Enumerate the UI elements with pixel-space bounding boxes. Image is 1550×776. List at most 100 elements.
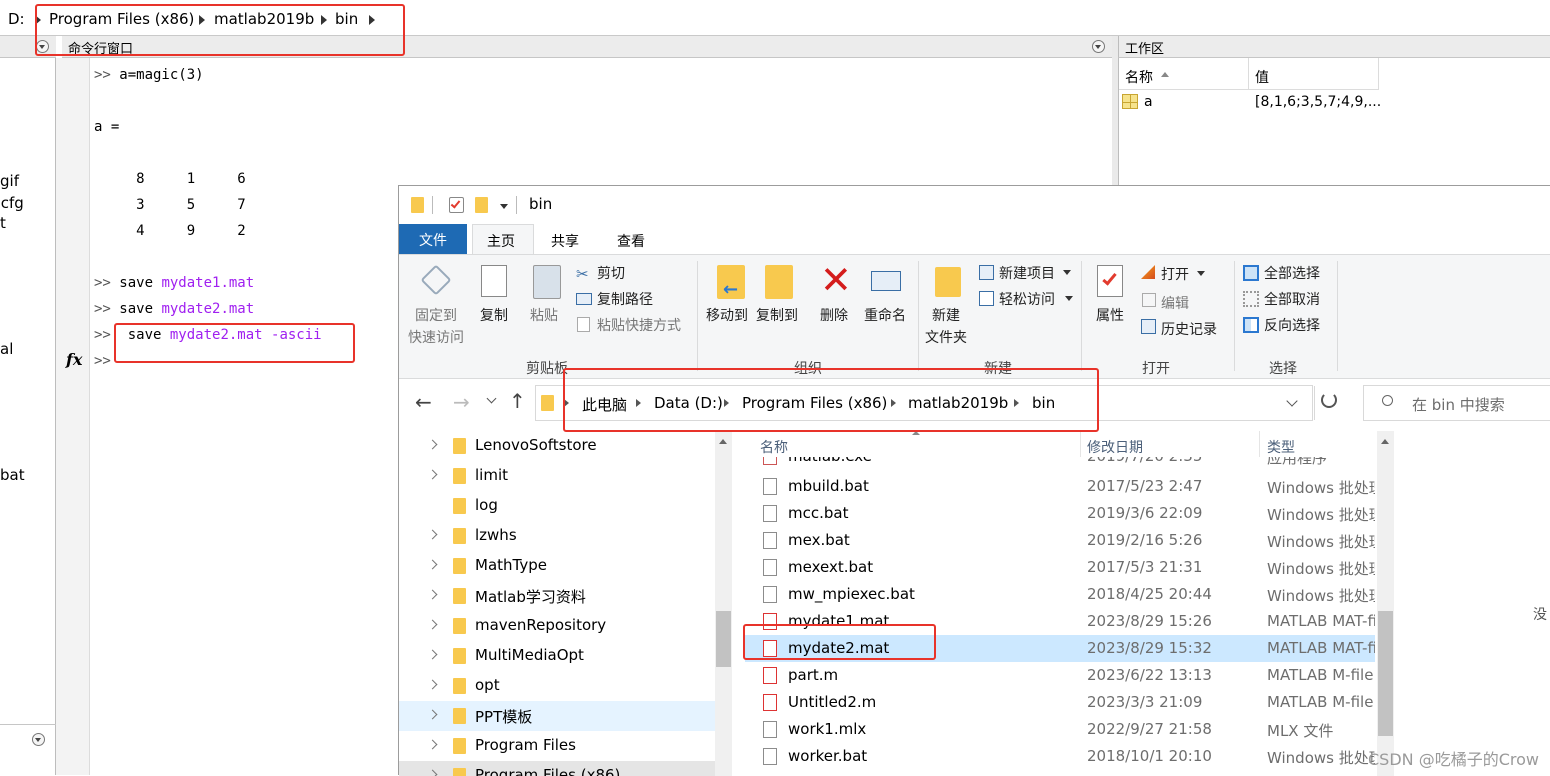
file-row[interactable]: matlab.exe2019/7/20 2:35应用程序 [745,457,1375,470]
invert-selection-button[interactable]: 反向选择 [1264,315,1320,335]
delete-x-icon: ✕ [820,258,852,302]
chevron-right-icon [199,15,205,25]
path-history-dropdown-icon[interactable] [1286,395,1298,407]
file-row[interactable]: mw_mpiexec.bat2018/4/25 20:44Windows 批处理… [745,581,1375,608]
open-button[interactable]: 打开 [1161,264,1189,284]
column-date[interactable]: 修改日期 [1087,437,1143,457]
command-argument: mydate2.mat -ascii [169,327,322,343]
rename-icon [871,271,901,291]
group-organize-label: 组织 [794,361,822,377]
tab-view[interactable]: 查看 [617,231,645,251]
file-item[interactable]: t [0,214,6,232]
new-folder-quick-icon[interactable] [475,197,488,213]
file-row[interactable]: part.m 2023/6/22 13:13 MATLAB M-file [745,662,1375,689]
ribbon: 固定到 快速访问 复制 粘贴 ✂ 剪切 复制路径 粘贴快捷方式 剪贴板 ← 移动… [399,254,1550,379]
history-icon [1141,319,1156,334]
output-line: 8 1 6 [94,171,246,187]
address-crumb-bin[interactable]: bin [335,10,358,28]
new-item-button[interactable]: 新建项目 [999,263,1055,283]
address-path-box[interactable]: 此电脑 Data (D:) Program Files (x86) matlab… [535,385,1315,421]
chevron-down-icon[interactable] [1063,270,1071,275]
prompt[interactable]: >> [94,353,111,369]
properties-check-icon[interactable] [449,197,464,213]
matlab-address-bar[interactable]: D: Program Files (x86) matlab2019b bin [0,0,1550,36]
panel-menu-icon[interactable] [36,40,49,53]
group-open-label: 打开 [1142,361,1170,377]
chevron-down-icon[interactable] [1197,271,1205,276]
clipboard-icon [533,265,561,299]
search-box[interactable]: 在 bin 中搜索 [1363,385,1550,421]
paste-shortcut-button[interactable]: 粘贴快捷方式 [597,315,681,335]
address-drive[interactable]: D: [8,10,25,28]
back-arrow-icon[interactable]: ← [415,390,432,414]
prompt: >> [94,301,111,317]
sort-indicator-icon [912,431,920,435]
panel-menu-icon[interactable] [1092,40,1105,53]
file-explorer-window[interactable]: bin 文件 主页 共享 查看 固定到 快速访问 复制 粘贴 ✂ 剪切 复制路径… [398,185,1550,776]
current-folder-panel[interactable]: gif .cfg t al bat [0,36,56,775]
file-row[interactable]: Untitled2.m 2023/3/3 21:09 MATLAB M-file [745,689,1375,716]
tab-share[interactable]: 共享 [551,231,579,251]
fx-icon[interactable]: fx [66,350,82,369]
group-select-label: 选择 [1269,361,1297,377]
file-row-selected[interactable]: mydate2.mat2023/8/29 15:32MATLAB MAT-fil… [745,635,1375,662]
command-window-title: 命令行窗口 [68,42,134,57]
file-item[interactable]: bat [0,466,25,484]
explorer-titlebar[interactable]: bin [399,186,1550,224]
quick-access-dropdown-icon[interactable] [500,204,508,209]
file-row[interactable]: mcc.bat2019/3/6 22:09Windows 批处理文件 [745,500,1375,527]
file-row[interactable]: mbuild.bat2017/5/23 2:47Windows 批处理文件 [745,473,1375,500]
column-type[interactable]: 类型 [1267,437,1295,457]
workspace-panel[interactable]: 名称 值 a [8,1,6;3,5,7;4,9,... [1118,58,1550,185]
cut-button[interactable]: 剪切 [597,263,625,283]
select-all-button[interactable]: 全部选择 [1264,263,1320,283]
variable-value: [8,1,6;3,5,7;4,9,... [1255,94,1382,110]
panel-splitter[interactable] [1112,36,1118,186]
details-toggle-icon[interactable] [32,733,45,746]
file-item[interactable]: .cfg [0,194,24,212]
column-name[interactable]: 名称 [760,437,788,457]
workspace-variable-row[interactable]: a [8,1,6;3,5,7;4,9,... [1119,90,1550,112]
copy-path-button[interactable]: 复制路径 [597,289,653,309]
file-scroll-thumb[interactable] [1378,611,1393,736]
easy-access-button[interactable]: 轻松访问 [999,289,1055,309]
path-crumb-program-files[interactable]: Program Files (x86) [742,394,887,412]
chevron-down-icon[interactable] [1065,296,1073,301]
file-row[interactable]: mexext.bat2017/5/3 21:31Windows 批处理文件 [745,554,1375,581]
edit-button[interactable]: 编辑 [1161,293,1189,313]
file-row[interactable]: mydate1.mat2023/8/29 15:26MATLAB MAT-fil… [745,608,1375,635]
address-crumb-program-files[interactable]: Program Files (x86) [49,10,194,28]
file-item[interactable]: gif [0,172,19,190]
command-window-header: 命令行窗口 [62,36,1112,58]
file-row[interactable]: worker.bat2018/10/1 20:10Windows 批处理文件 [745,743,1375,770]
easy-access-icon [979,291,994,306]
search-input[interactable]: 在 bin 中搜索 [1412,394,1505,415]
select-all-icon [1243,265,1259,281]
path-crumb-data-d[interactable]: Data (D:) [654,394,723,412]
scissors-icon: ✂ [576,265,589,283]
command-line: >> save mydate2.mat -ascii [94,327,322,343]
tab-home[interactable]: 主页 [472,224,534,255]
recent-dropdown-icon[interactable] [486,393,497,404]
scroll-up-icon[interactable] [1381,439,1389,444]
file-item[interactable]: al [0,340,13,358]
up-arrow-icon[interactable]: ↑ [509,389,526,413]
invert-selection-icon [1243,317,1259,333]
prompt: >> [94,275,111,291]
workspace-col-value[interactable]: 值 [1249,58,1379,90]
path-crumb-this-pc[interactable]: 此电脑 [582,394,627,415]
scroll-up-icon[interactable] [719,439,727,444]
workspace-col-name[interactable]: 名称 [1119,58,1249,90]
history-button[interactable]: 历史记录 [1161,319,1217,339]
forward-arrow-icon[interactable]: → [453,390,470,414]
file-row[interactable]: work1.mlx 2022/9/27 21:58 MLX 文件 [745,716,1375,743]
path-crumb-bin[interactable]: bin [1032,394,1055,412]
address-crumb-matlab[interactable]: matlab2019b [214,10,314,28]
refresh-icon[interactable] [1321,392,1337,408]
tab-file[interactable]: 文件 [399,224,467,254]
path-crumb-matlab[interactable]: matlab2019b [908,394,1008,412]
select-none-button[interactable]: 全部取消 [1264,289,1320,309]
move-to-icon: ← [717,265,745,300]
file-list-scrollbar[interactable] [1377,431,1394,776]
file-row[interactable]: mex.bat2019/2/16 5:26Windows 批处理文件 [745,527,1375,554]
